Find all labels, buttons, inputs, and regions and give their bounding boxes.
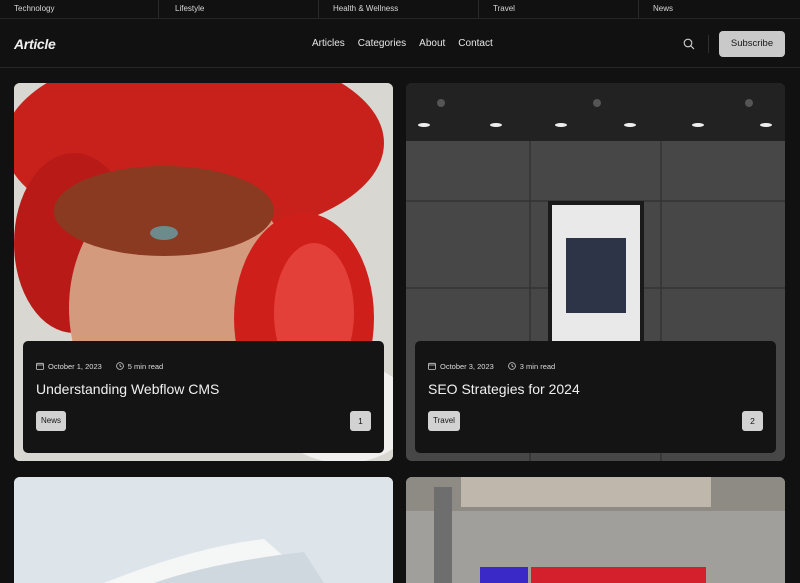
site-logo[interactable]: Article [14,36,56,52]
article-tag[interactable]: News [36,411,67,431]
article-index-badge: 1 [350,411,371,431]
header-divider [708,35,709,53]
article-title[interactable]: SEO Strategies for 2024 [428,381,580,397]
category-bar: Technology Lifestyle Health & Wellness T… [0,0,800,19]
main-nav: Articles Categories About Contact [312,38,506,49]
article-image [14,477,393,583]
article-date: October 3, 2023 [440,362,494,371]
article-info-panel: October 3, 2023 3 min read SEO Strategie… [415,341,776,453]
article-info-panel: October 1, 2023 5 min read Understanding… [23,341,384,453]
nav-categories[interactable]: Categories [358,38,406,49]
category-travel[interactable]: Travel [479,0,639,19]
article-card[interactable]: October 3, 2023 3 min read SEO Strategie… [406,83,785,461]
search-icon[interactable] [682,37,696,51]
article-meta: October 1, 2023 5 min read [36,362,163,371]
article-title[interactable]: Understanding Webflow CMS [36,381,219,397]
calendar-icon [428,362,437,371]
article-index-badge: 2 [742,411,763,431]
article-card[interactable] [14,477,393,583]
nav-about[interactable]: About [419,38,445,49]
clock-icon [507,362,517,371]
subscribe-button[interactable]: Subscribe [719,31,785,57]
category-health-wellness[interactable]: Health & Wellness [319,0,479,19]
clock-icon [115,362,125,371]
article-read-time: 5 min read [127,362,164,371]
article-card[interactable] [406,477,785,583]
nav-articles[interactable]: Articles [312,38,345,49]
article-image [406,477,785,583]
article-card[interactable]: October 1, 2023 5 min read Understanding… [14,83,393,461]
category-technology[interactable]: Technology [0,0,159,19]
category-lifestyle[interactable]: Lifestyle [159,0,319,19]
category-news[interactable]: News [639,0,799,19]
article-read-time: 3 min read [519,362,556,371]
site-header: Article Articles Categories About Contac… [0,20,800,68]
nav-contact[interactable]: Contact [458,38,492,49]
calendar-icon [36,362,45,371]
article-meta: October 3, 2023 3 min read [428,362,555,371]
article-date: October 1, 2023 [48,362,102,371]
article-tag[interactable]: Travel [428,411,460,431]
